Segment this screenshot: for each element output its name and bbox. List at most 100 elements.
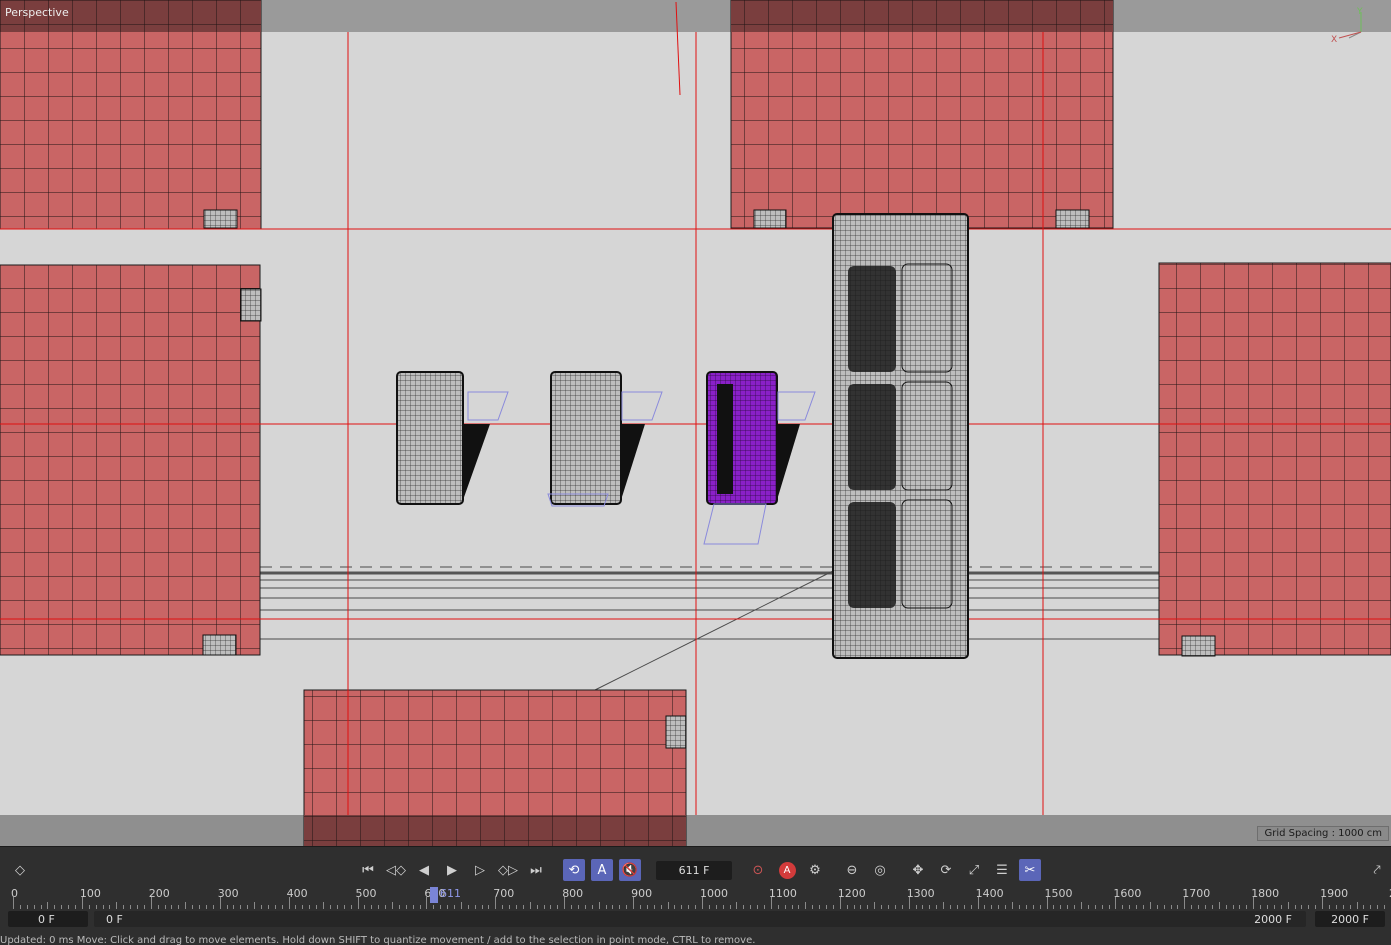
- keyframe-diamond-icon[interactable]: ◇: [9, 859, 31, 881]
- tick-mark: [963, 905, 965, 909]
- playback-mode-icon[interactable]: A: [591, 859, 613, 881]
- key-rotation-icon[interactable]: ⟳: [935, 859, 957, 881]
- tick-mark: [1253, 897, 1255, 909]
- tick-mark: [1170, 905, 1172, 909]
- tick-mark: [68, 905, 70, 909]
- viewport-scene[interactable]: [0, 0, 1391, 846]
- tick-mark: [998, 905, 1000, 909]
- current-frame-field[interactable]: 611 F: [656, 861, 732, 880]
- tick-mark: [1163, 905, 1165, 909]
- preview-range-bar[interactable]: 0 F 2000 F: [94, 911, 1306, 927]
- play-icon[interactable]: ▶: [441, 859, 463, 881]
- end-frame-field[interactable]: 2000 F: [1315, 911, 1385, 927]
- next-key-icon[interactable]: ◇▷: [497, 859, 519, 881]
- tick-mark: [826, 905, 828, 909]
- tick-mark: [378, 905, 380, 909]
- loop-icon[interactable]: ⟲: [563, 859, 585, 881]
- tick-mark: [846, 905, 848, 909]
- fcurve-icon[interactable]: ⤤: [1366, 859, 1388, 881]
- tick-mark: [591, 905, 593, 909]
- prev-key-icon[interactable]: ◁◇: [385, 859, 407, 881]
- tick-mark: [764, 905, 765, 909]
- tick-mark: [1218, 902, 1220, 909]
- tick-mark: [261, 905, 263, 909]
- tick-mark: [419, 905, 421, 909]
- tick-mark: [798, 905, 800, 909]
- tick-mark: [819, 905, 821, 909]
- prev-frame-icon[interactable]: ◀: [413, 859, 435, 881]
- tick-mark: [405, 905, 407, 909]
- tick-mark: [936, 905, 938, 909]
- tick-mark: [715, 905, 717, 909]
- perspective-viewport[interactable]: Perspective Y X Grid Spacing : 1000 cm: [0, 0, 1391, 846]
- tick-mark: [922, 905, 924, 909]
- key-settings-icon[interactable]: ⚙: [804, 859, 826, 881]
- next-frame-icon[interactable]: ▷: [469, 859, 491, 881]
- record-icon[interactable]: ⊙: [747, 859, 769, 881]
- tick-mark: [956, 905, 958, 909]
- tick-mark: [240, 905, 242, 909]
- tick-label: 1900: [1320, 887, 1349, 900]
- tick-label: 1400: [975, 887, 1004, 900]
- tick-mark: [309, 905, 311, 909]
- tick-mark: [908, 897, 910, 909]
- go-to-end-icon[interactable]: ⏭: [525, 859, 547, 881]
- tick-mark: [543, 905, 545, 909]
- tick-mark: [1266, 905, 1268, 909]
- tick-mark: [1204, 905, 1206, 909]
- key-position-icon[interactable]: ✥: [907, 859, 929, 881]
- key-lock-icon[interactable]: ⊖: [841, 859, 863, 881]
- tick-mark: [1280, 905, 1282, 909]
- tall-cabinet-object: [832, 213, 969, 659]
- tick-mark: [1356, 902, 1358, 909]
- tick-mark: [605, 905, 607, 909]
- tick-mark: [323, 902, 325, 909]
- go-to-start-icon[interactable]: ⏮: [357, 859, 379, 881]
- mute-sound-icon[interactable]: 🔇: [619, 859, 641, 881]
- tick-mark: [495, 897, 497, 909]
- playhead-frame-label: 611: [439, 887, 461, 900]
- range-row: 0 F 0 F 2000 F 2000 F: [0, 911, 1391, 931]
- tick-mark: [1349, 905, 1351, 909]
- tick-label: 700: [493, 887, 515, 900]
- tick-mark: [536, 905, 538, 909]
- building-block-right: [1158, 262, 1391, 656]
- tick-mark: [1225, 905, 1227, 909]
- start-frame-field[interactable]: 0 F: [8, 911, 88, 927]
- tick-mark: [1018, 905, 1020, 909]
- playhead-marker[interactable]: [429, 887, 438, 903]
- timeline-ruler[interactable]: 0100200300400500600700800900100011001200…: [0, 885, 1391, 911]
- tick-mark: [40, 905, 42, 909]
- tick-mark: [123, 905, 125, 909]
- tick-mark: [619, 905, 621, 909]
- grid-spacing-readout: Grid Spacing : 1000 cm: [1257, 826, 1389, 841]
- tick-mark: [1342, 905, 1344, 909]
- tick-mark: [522, 905, 524, 909]
- building-block-top-left: [0, 0, 262, 230]
- tick-mark: [626, 905, 628, 909]
- tick-mark: [646, 905, 648, 909]
- tick-mark: [667, 902, 669, 909]
- tick-mark: [281, 905, 283, 909]
- tick-mark: [1142, 905, 1144, 909]
- key-scale-param-icon[interactable]: ⤢: [963, 859, 985, 881]
- tick-mark: [571, 905, 573, 909]
- preview-end-value: 2000 F: [1254, 912, 1292, 926]
- tick-mark: [219, 897, 221, 909]
- tick-mark: [102, 905, 104, 909]
- key-pla-icon[interactable]: ✂: [1019, 859, 1041, 881]
- key-param-icon[interactable]: ☰: [991, 859, 1013, 881]
- tick-mark: [660, 905, 662, 909]
- tick-label: 1500: [1044, 887, 1073, 900]
- tick-mark: [185, 902, 187, 909]
- tick-mark: [109, 905, 111, 909]
- key-scale-icon[interactable]: ◎: [869, 859, 891, 881]
- tick-mark: [874, 902, 876, 909]
- tick-mark: [515, 905, 517, 909]
- tick-mark: [1122, 905, 1124, 909]
- road-lines: [260, 566, 1160, 691]
- tick-mark: [784, 905, 786, 909]
- tick-mark: [357, 897, 359, 909]
- autokey-button[interactable]: A: [776, 859, 798, 881]
- tick-mark: [1294, 905, 1296, 909]
